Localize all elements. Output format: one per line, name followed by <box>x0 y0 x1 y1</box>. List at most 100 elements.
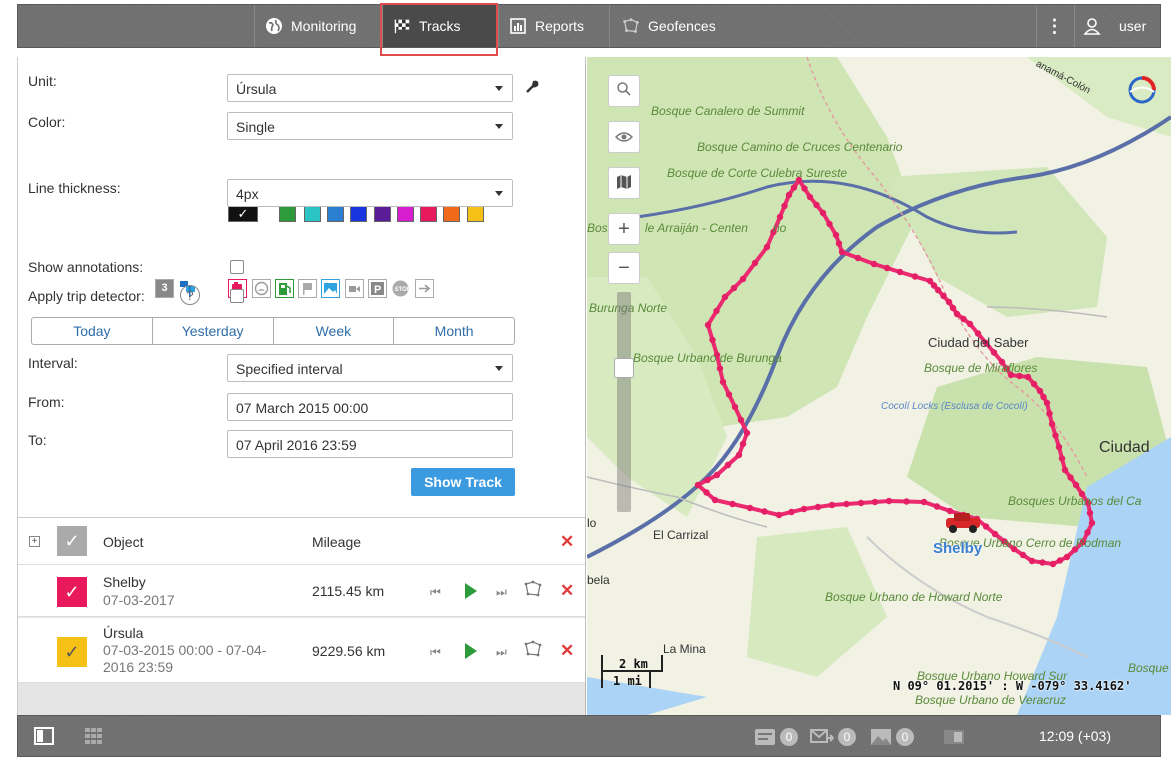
interval-select[interactable]: Specified interval <box>227 354 513 382</box>
zoom-in-button[interactable]: + <box>608 213 640 245</box>
track-point <box>903 498 910 505</box>
color-swatch[interactable] <box>467 205 484 222</box>
track-point <box>826 220 833 228</box>
clock: 12:09 (+03) <box>1039 728 1111 744</box>
table-row[interactable]: ✓ Shelby 07-03-2017 2115.45 km ⏮ ⏭ ✕ <box>18 565 585 617</box>
zoom-slider-handle[interactable] <box>614 358 634 378</box>
track-point <box>806 193 814 201</box>
zoom-out-button[interactable]: − <box>608 252 640 284</box>
unit-select[interactable]: Úrsula <box>227 74 513 102</box>
map-label: Bosque Camino de Cruces Centenario <box>697 140 903 154</box>
color-swatch[interactable] <box>374 205 391 222</box>
color-swatch[interactable] <box>304 205 321 222</box>
chevron-down-icon <box>495 124 503 129</box>
track-point <box>739 275 747 283</box>
commands-button[interactable]: 0 <box>810 727 856 747</box>
chevron-down-icon <box>495 191 503 196</box>
play-icon[interactable] <box>465 583 477 599</box>
thickness-value: 4px <box>236 186 259 202</box>
map-label: Ciudad del Saber <box>928 335 1029 350</box>
delete-all-icon[interactable]: ✕ <box>560 532 574 552</box>
message-icon <box>755 729 775 745</box>
checkered-flag-icon <box>393 17 411 35</box>
thickness-select[interactable]: 4px <box>227 179 513 207</box>
color-swatch[interactable] <box>279 205 296 222</box>
nav-monitoring[interactable]: Monitoring <box>254 5 366 47</box>
zoom-slider[interactable] <box>614 292 634 512</box>
track-checkbox[interactable]: ✓ <box>57 637 87 667</box>
map-view[interactable]: Bosque Canalero de Summit Bosque Camino … <box>587 57 1171 715</box>
user-menu-button[interactable]: user <box>1074 5 1160 47</box>
geofence-icon[interactable] <box>523 580 543 601</box>
single-panel-layout-button[interactable] <box>34 726 54 746</box>
image-icon[interactable] <box>321 279 340 298</box>
color-swatch[interactable] <box>350 205 367 222</box>
map-label: Bosque Canalero de Summit <box>651 104 805 118</box>
table-row[interactable]: ✓ Úrsula 07-03-2015 00:00 - 07-04- 2016 … <box>18 618 585 683</box>
tab-week[interactable]: Week <box>274 318 395 344</box>
tab-today[interactable]: Today <box>32 318 153 344</box>
coordinates-readout: N 09° 01.2015' : W -079° 33.4162' <box>893 679 1132 693</box>
nav-tracks[interactable]: Tracks <box>382 5 497 47</box>
stop-icon[interactable]: STOP <box>391 279 411 298</box>
fast-forward-icon[interactable]: ⏭ <box>496 645 507 660</box>
delete-track-icon[interactable]: ✕ <box>560 581 574 601</box>
number-3-icon[interactable]: 3 <box>155 279 174 298</box>
from-input[interactable]: 07 March 2015 00:00 <box>227 393 513 421</box>
play-icon[interactable] <box>465 643 477 659</box>
track-checkbox[interactable]: ✓ <box>57 577 87 607</box>
speed-icon[interactable] <box>252 279 271 298</box>
sidebar-toggle-button[interactable] <box>943 727 965 747</box>
track-point <box>966 320 974 328</box>
map-search-button[interactable] <box>608 75 640 107</box>
fuel-station-icon[interactable] <box>275 279 294 298</box>
track-point <box>1055 443 1063 451</box>
color-swatch[interactable] <box>420 205 437 222</box>
flag-icon[interactable] <box>298 279 317 298</box>
kebab-icon: ⋮ <box>1045 15 1064 36</box>
messages-button[interactable]: 0 <box>754 727 798 747</box>
parking-icon[interactable]: P <box>368 279 387 298</box>
track-point <box>1046 410 1053 417</box>
arrow-icon[interactable] <box>415 279 434 298</box>
track-point <box>1086 509 1094 517</box>
help-icon[interactable]: ? <box>180 285 200 305</box>
geofence-icon[interactable] <box>523 640 543 661</box>
track-point <box>1048 420 1056 428</box>
color-select[interactable]: Single <box>227 112 513 140</box>
geofence-polygon-icon <box>622 17 640 35</box>
images-button[interactable]: 0 <box>870 727 914 747</box>
more-menu-button[interactable]: ⋮ <box>1036 5 1072 47</box>
color-swatch[interactable] <box>327 205 344 222</box>
show-track-button[interactable]: Show Track <box>411 468 515 496</box>
wrench-icon[interactable] <box>524 79 540 98</box>
rewind-icon[interactable]: ⏮ <box>430 585 441 600</box>
expand-all-icon[interactable]: + <box>29 536 40 547</box>
nav-reports[interactable]: Reports <box>498 5 594 47</box>
color-swatch-selected[interactable]: ✓ <box>228 205 258 222</box>
track-point <box>716 365 724 372</box>
track-point <box>911 273 919 280</box>
track-point <box>940 292 947 300</box>
fast-forward-icon[interactable]: ⏭ <box>496 585 507 600</box>
map-visibility-button[interactable] <box>608 121 640 153</box>
delete-track-icon[interactable]: ✕ <box>560 641 574 661</box>
map-label: Bosque de Corte Culebra Sureste <box>667 166 848 180</box>
show-annotations-checkbox[interactable] <box>230 260 244 274</box>
unit-marker[interactable] <box>942 512 986 534</box>
color-swatch[interactable] <box>397 205 414 222</box>
grid-layout-button[interactable] <box>84 726 104 746</box>
color-swatch[interactable] <box>443 205 460 222</box>
nav-geofences[interactable]: Geofences <box>609 5 728 47</box>
video-icon[interactable] <box>345 279 364 298</box>
trip-detector-checkbox[interactable] <box>230 289 244 303</box>
select-all-checkbox[interactable]: ✓ <box>57 526 87 556</box>
map-label: rio <box>773 221 787 235</box>
tab-yesterday[interactable]: Yesterday <box>153 318 274 344</box>
color-label: Color: <box>28 114 66 130</box>
map-layers-button[interactable] <box>608 167 640 199</box>
to-input[interactable]: 07 April 2016 23:59 <box>227 430 513 458</box>
map-label: Cocolí Locks (Esclusa de Cocolí) <box>881 401 1028 412</box>
rewind-icon[interactable]: ⏮ <box>430 645 441 660</box>
tab-month[interactable]: Month <box>394 318 514 344</box>
